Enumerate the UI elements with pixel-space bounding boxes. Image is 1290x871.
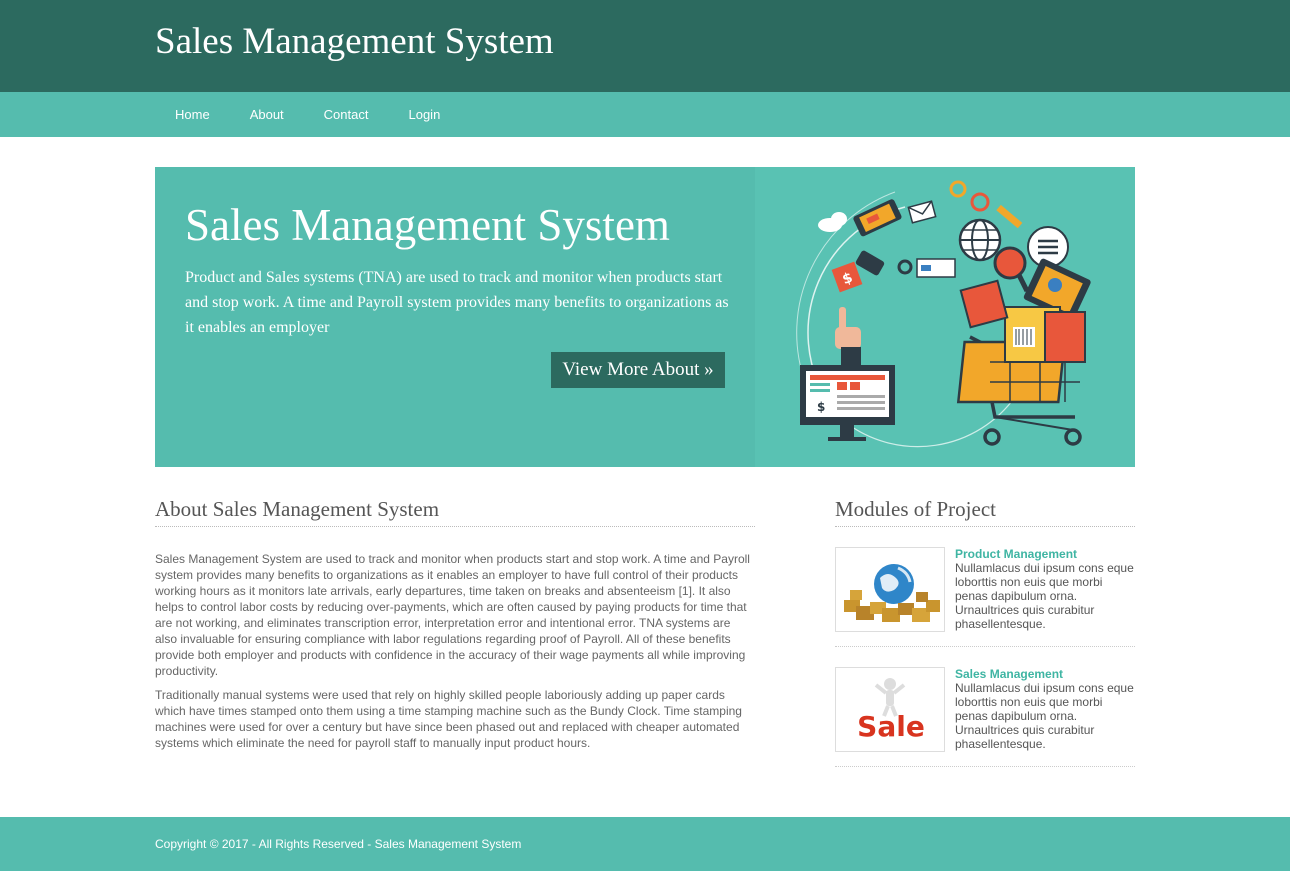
hand-pointer-icon: [835, 307, 861, 365]
sale-text: Sale: [857, 710, 925, 743]
sale-figure-image: Sale: [857, 678, 925, 743]
site-header: Sales Management System: [0, 0, 1290, 92]
module-item-product-management: Product Management Nullamlacus dui ipsum…: [835, 547, 1135, 647]
main-nav: Home About Contact Login: [0, 92, 1290, 137]
sale-tag-icon: $: [831, 250, 885, 293]
module-text: Sales Management Nullamlacus dui ipsum c…: [955, 667, 1137, 751]
module-title-sales-management[interactable]: Sales Management: [955, 667, 1137, 681]
nav-item-login[interactable]: Login: [388, 92, 460, 137]
cloud-icon: [818, 212, 847, 232]
shopping-illustration: $ $: [755, 167, 1135, 467]
footer-copyright: Copyright © 2017 - All Rights Reserved -…: [155, 837, 522, 851]
hero-text: Sales Management System Product and Sale…: [155, 167, 755, 467]
about-heading: About Sales Management System: [155, 497, 755, 527]
view-more-about-button[interactable]: View More About »: [551, 352, 725, 388]
site-title[interactable]: Sales Management System: [155, 20, 554, 63]
envelope-icon: [907, 200, 937, 224]
modules-heading: Modules of Project: [835, 497, 1135, 527]
site-footer: Copyright © 2017 - All Rights Reserved -…: [0, 817, 1290, 871]
module-description: Nullamlacus dui ipsum cons eque lobortti…: [955, 681, 1134, 751]
sales-management-thumbnail: Sale: [835, 667, 945, 752]
module-item-sales-management: Sale Sales Management Nullamlacus dui ip…: [835, 667, 1135, 767]
globe-boxes-image: [844, 564, 940, 622]
magnifier-icon: [993, 246, 1030, 293]
phone-icon: [853, 199, 902, 237]
module-text: Product Management Nullamlacus dui ipsum…: [955, 547, 1137, 631]
product-management-thumbnail: [835, 547, 945, 632]
about-paragraph: Traditionally manual systems were used t…: [155, 688, 742, 750]
nav-item-home[interactable]: Home: [155, 92, 230, 137]
credit-card-icon: [916, 258, 956, 278]
nav-item-about[interactable]: About: [230, 92, 304, 137]
hero-banner: Sales Management System Product and Sale…: [155, 167, 1135, 467]
globe-icon: [958, 218, 1002, 262]
monitor-icon: $: [800, 365, 895, 441]
hero-title: Sales Management System: [185, 200, 670, 250]
module-description: Nullamlacus dui ipsum cons eque lobortti…: [955, 561, 1134, 631]
module-title-product-management[interactable]: Product Management: [955, 547, 1137, 561]
about-section: About Sales Management System Sales Mana…: [155, 497, 755, 759]
modules-section: Modules of Project Product Management Nu…: [835, 497, 1135, 767]
nav-item-contact[interactable]: Contact: [304, 92, 389, 137]
pencil-icon: [996, 204, 1023, 229]
shopping-illustration-graphic: $ $: [796, 180, 1091, 448]
about-body: Sales Management System are used to trac…: [155, 551, 755, 751]
about-paragraph: Sales Management System are used to trac…: [155, 552, 750, 678]
svg-text:$: $: [817, 400, 825, 414]
hero-description: Product and Sales systems (TNA) are used…: [185, 269, 729, 336]
